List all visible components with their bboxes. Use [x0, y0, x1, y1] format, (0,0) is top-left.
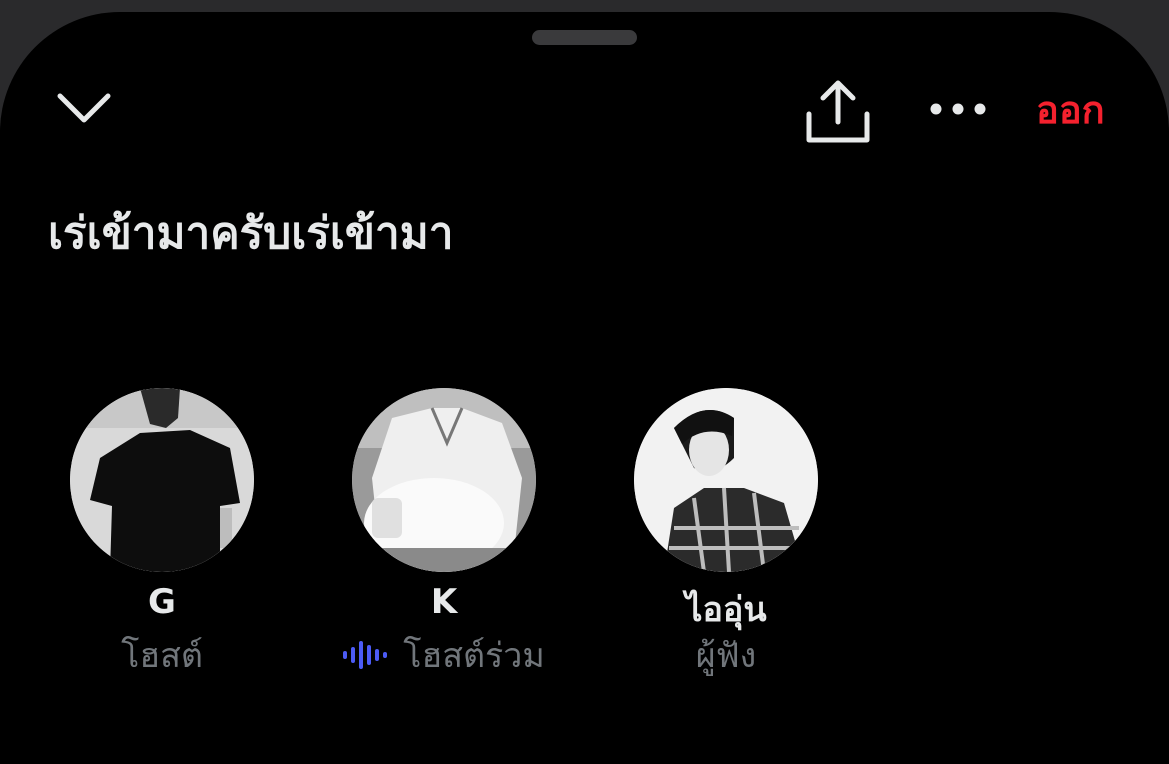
participant-name: K [430, 582, 458, 622]
participant-host[interactable]: G โฮสต์ [20, 374, 304, 694]
participant-cohost[interactable]: K โฮสต์ร่วม [302, 374, 586, 694]
participant-role-row: โฮสต์ร่วม [302, 628, 586, 682]
more-options-button[interactable] [925, 92, 991, 126]
participant-role: โฮสต์ร่วม [403, 636, 545, 676]
chevron-down-icon [57, 93, 111, 123]
space-title: เร่เข้ามาครับเร่เข้ามา [48, 208, 454, 259]
sheet-grabber[interactable] [532, 30, 637, 45]
more-horizontal-icon [930, 103, 986, 115]
participant-name: G [148, 582, 176, 622]
avatar[interactable] [352, 388, 536, 572]
space-sheet: ออก เร่เข้ามาครับเร่เข้ามา G โฮสต์ K โฮส… [0, 12, 1169, 764]
share-button[interactable] [803, 78, 873, 148]
avatar[interactable] [70, 388, 254, 572]
participants-grid: G โฮสต์ K โฮสต์ร่วม ไออุ่น ผู้ฟัง [0, 374, 1169, 694]
share-icon [806, 80, 870, 143]
audio-wave-icon [343, 641, 388, 669]
leave-button[interactable]: ออก [1036, 86, 1105, 134]
avatar[interactable] [634, 388, 818, 572]
avatar-photo-host [70, 388, 254, 572]
collapse-button[interactable] [56, 90, 112, 130]
participant-role: โฮสต์ [121, 636, 203, 676]
participant-listener[interactable]: ไออุ่น ผู้ฟัง [584, 374, 868, 694]
avatar-photo-cohost [352, 388, 536, 572]
participant-role: ผู้ฟัง [695, 636, 757, 676]
avatar-photo-listener [634, 388, 818, 572]
